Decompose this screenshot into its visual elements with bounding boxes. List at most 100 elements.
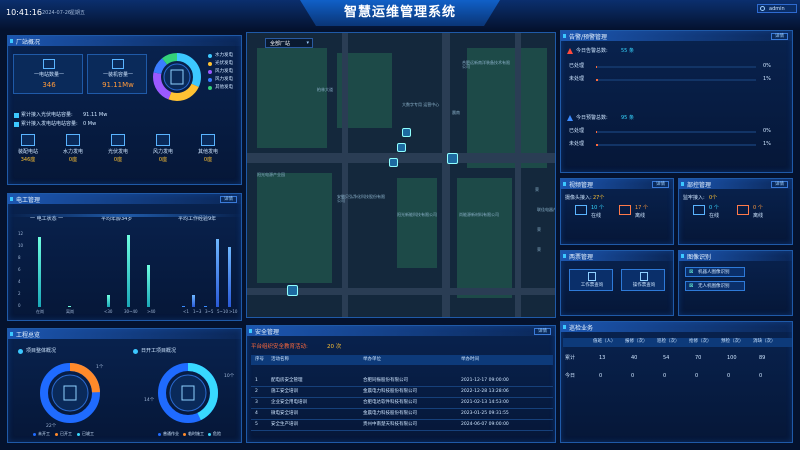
sensor-offline-icon	[737, 205, 749, 215]
drone-recognition-button[interactable]: ⊠ 无人机图像识别	[685, 281, 745, 291]
progress-fill	[596, 79, 598, 81]
plant-type-label: 水力发电	[62, 149, 83, 155]
eng-left-label-a: 1个	[96, 365, 104, 370]
chart1-title: 一 电工状态 一	[30, 216, 64, 222]
clock-time: 10:41:16	[6, 8, 42, 17]
safety-detail-button[interactable]: 详情	[534, 328, 551, 335]
station-marker-icon[interactable]	[287, 285, 298, 296]
table-cell: 2021-12-17 09:00:00	[461, 378, 509, 383]
cum1-value: 91.11 Mw	[83, 112, 108, 118]
legend-label: 风力发电	[215, 77, 233, 82]
today-alarm-value: 55 条	[621, 48, 634, 54]
plant-type-label: 装配电站	[17, 149, 38, 155]
legend-dot	[208, 433, 211, 436]
station-marker-icon[interactable]	[447, 153, 458, 164]
work-ticket-button[interactable]: 工作票查询	[569, 269, 613, 291]
chart2-x-label: 30~40	[124, 309, 138, 314]
chart1-y-tick: 8	[18, 255, 21, 260]
chart3-x-label: 1~3	[193, 309, 202, 314]
electric-detail-button[interactable]: 详情	[220, 196, 237, 203]
table-header-cell: 活动名称	[271, 357, 289, 362]
eng-right-legend-label: 临时施工	[188, 431, 204, 436]
table-cell: 施工安全培训	[271, 389, 298, 394]
video-access-value: 27个	[593, 195, 605, 201]
map-label: 阳光新能科技有限公司	[397, 212, 437, 217]
chart2-x-label: >40	[147, 309, 156, 314]
eng-left-legend-label: 已竣工	[82, 431, 94, 436]
map-label: 联佳电器产业园	[537, 207, 555, 212]
table-cell: 0	[759, 373, 763, 379]
capacity-card: 一装机容量一 91.11Mw	[87, 54, 147, 94]
legend-dot	[55, 433, 58, 436]
chart3-x-label: >10	[229, 309, 238, 314]
table-cell: 0	[695, 373, 699, 379]
robot-recognition-button[interactable]: ⊠ 机器人图像识别	[685, 267, 745, 277]
chart2-x-label: <30	[104, 309, 113, 314]
chart1-plot	[30, 234, 88, 307]
operation-ticket-button[interactable]: 操作票查询	[621, 269, 665, 291]
table-cell: 13	[599, 355, 606, 361]
eng-right-label-a: 10个	[224, 374, 235, 379]
patrol-detail-button[interactable]: 详情	[771, 181, 788, 188]
station-marker-icon[interactable]	[389, 158, 398, 167]
plant-type-icon	[66, 134, 80, 146]
eng-left-legend-label: 已开工	[60, 431, 72, 436]
table-cell: 累计	[565, 355, 576, 361]
table-header-cell: 预检（次）	[721, 339, 744, 344]
plant-type-icon	[201, 134, 215, 146]
station-dropdown-value: 全部厂站	[270, 41, 291, 47]
station-dropdown[interactable]: 全部厂站 ▾	[265, 38, 313, 48]
inspection-panel: 巡检业务 值班（人） 报修（次） 巡检（次） 抢修（次） 预检（次） 消缺（次） 累计 13 4…	[560, 321, 793, 443]
video-offline-label: 离线	[635, 213, 646, 219]
engineering-panel: 工程总览 项目整体概况 日开工项目概况 1个 22个 10个 14个 未开工 已开…	[7, 328, 242, 443]
station-marker-icon[interactable]	[397, 143, 406, 152]
map-label: 荣	[537, 247, 541, 252]
table-cell: 1	[255, 378, 258, 383]
document-icon	[640, 272, 648, 281]
video-detail-button[interactable]: 详情	[652, 181, 669, 188]
progress-track	[596, 66, 756, 68]
table-cell: 3	[255, 400, 258, 405]
table-cell: 金晨电力科技股份有限公司	[363, 411, 417, 416]
legend-dot	[158, 433, 161, 436]
legend-dot	[77, 433, 80, 436]
station-count-value: 346	[42, 81, 56, 89]
video-online-value: 10 个	[591, 205, 604, 211]
patrol-panel: 部控管理 详情 监牢接入: 0个 0 个 在线 0 个 离线	[678, 178, 793, 245]
clock-date: 2024-07-26	[42, 10, 72, 16]
station-donut	[153, 53, 201, 101]
cum2-value: 0 Mw	[83, 121, 97, 127]
bullet-icon	[14, 122, 19, 127]
table-cell: 2022-12-28 13:28:06	[461, 389, 509, 394]
today-warn-label: 今日预警总数:	[576, 115, 608, 121]
image-title: 图像识别	[687, 253, 712, 261]
chart2-bar	[147, 265, 150, 307]
chart2-title: 平均年龄34岁	[101, 216, 133, 222]
engineering-title: 工程总览	[16, 331, 41, 339]
station-marker-icon[interactable]	[402, 128, 411, 137]
map-panel[interactable]: 全部厂站 ▾ 合肥远新南洋装备技术有限公司 柏林大道 大数字专用 运营中心 晨南 阳光电…	[246, 32, 556, 318]
eng-left-legend-label: 未开工	[38, 431, 50, 436]
eng-right-legend-label: 危险	[213, 431, 221, 436]
patrol-online-label: 在线	[709, 213, 720, 219]
camera-offline-icon	[619, 205, 631, 215]
map-block	[457, 178, 512, 298]
chart3-bar	[192, 295, 195, 307]
table-cell: 2021-02-13 14:53:00	[461, 400, 509, 405]
clock-weekday: 星期五	[70, 10, 86, 16]
progress-fill	[596, 131, 597, 133]
plant-type-value: 0座	[113, 157, 123, 163]
chart3-plot	[178, 234, 238, 307]
chart1-x-label: 离岗	[66, 309, 74, 314]
table-cell: 0	[631, 373, 635, 379]
table-cell: 合肥电达软件科技有限公司	[363, 400, 417, 405]
chart3-bar	[216, 239, 219, 307]
map-label: 阳光电源产业园	[257, 172, 285, 177]
eng-left-donut	[40, 363, 100, 423]
user-button[interactable]: admin	[757, 4, 797, 13]
cum2-label: 累计接入发电站电站容量:	[21, 121, 78, 127]
table-cell: 金晨电力科技股份有限公司	[363, 389, 417, 394]
station-count-card: 一电站数量一 346	[13, 54, 83, 94]
alarm-detail-button[interactable]: 详情	[771, 33, 788, 40]
ticket-panel: 两票管理 工作票查询 操作票查询	[560, 250, 674, 316]
